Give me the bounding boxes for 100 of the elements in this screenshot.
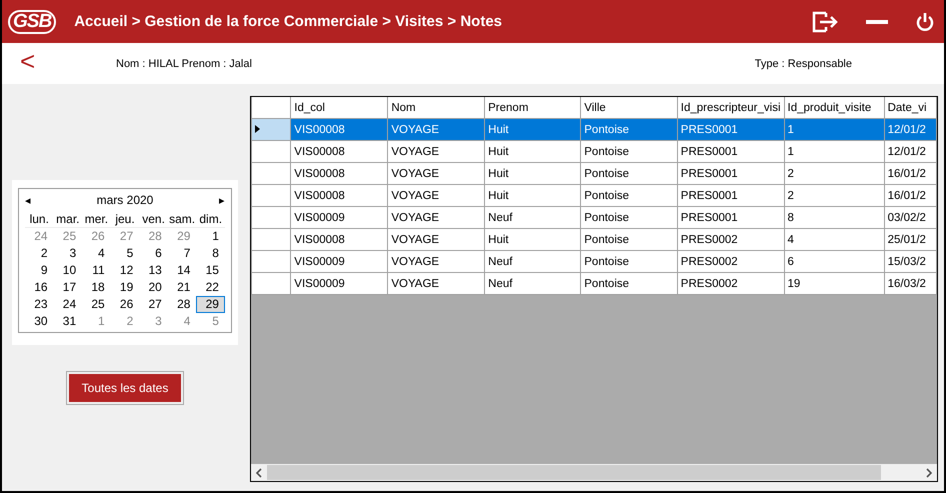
calendar-day[interactable]: 9 — [25, 262, 54, 279]
table-cell: 19 — [784, 272, 884, 294]
calendar-day[interactable]: 7 — [168, 245, 196, 262]
scroll-thumb[interactable] — [267, 465, 881, 480]
weekday-label: mer. — [82, 212, 111, 228]
table-cell: VOYAGE — [388, 228, 485, 250]
calendar-day[interactable]: 3 — [54, 245, 82, 262]
table-cell: VIS00008 — [290, 228, 388, 250]
calendar-day[interactable]: 29 — [168, 228, 196, 245]
calendar-day[interactable]: 1 — [82, 313, 111, 330]
calendar-day[interactable]: 27 — [139, 296, 168, 313]
calendar-day[interactable]: 20 — [139, 279, 168, 296]
calendar-day[interactable]: 8 — [196, 245, 225, 262]
all-dates-button[interactable]: Toutes les dates — [68, 374, 182, 402]
table-cell: VOYAGE — [388, 184, 485, 206]
table-cell: PRES0001 — [677, 206, 784, 228]
calendar-day[interactable]: 27 — [110, 228, 140, 245]
calendar-day[interactable]: 19 — [110, 279, 140, 296]
table-cell: Pontoise — [580, 250, 678, 272]
table-cell: PRES0001 — [677, 118, 784, 140]
calendar-day[interactable]: 24 — [54, 296, 82, 313]
calendar-day[interactable]: 16 — [25, 279, 54, 296]
table-cell: 25/01/2 — [884, 228, 936, 250]
calendar-day[interactable]: 10 — [54, 262, 82, 279]
calendar-day[interactable]: 21 — [168, 279, 196, 296]
power-icon[interactable] — [916, 12, 934, 32]
calendar-day[interactable]: 26 — [110, 296, 140, 313]
table-cell: Huit — [484, 162, 581, 184]
table-cell: PRES0001 — [677, 140, 784, 162]
logout-icon[interactable] — [812, 10, 838, 34]
scroll-left-icon[interactable] — [255, 468, 263, 478]
table-cell: Neuf — [484, 206, 581, 228]
calendar-day[interactable]: 26 — [82, 228, 111, 245]
calendar-day[interactable]: 28 — [168, 296, 196, 313]
user-type: Type : Responsable — [754, 58, 852, 70]
next-month-button[interactable]: ▸ — [218, 194, 225, 206]
calendar-day[interactable]: 5 — [196, 313, 225, 330]
table-cell: VIS00009 — [290, 250, 388, 272]
table-cell: 8 — [784, 206, 884, 228]
calendar-day[interactable]: 5 — [110, 245, 140, 262]
table-cell: Huit — [484, 184, 581, 206]
table-cell: VIS00009 — [290, 206, 388, 228]
scroll-right-icon[interactable] — [925, 468, 933, 478]
calendar-day[interactable]: 11 — [82, 262, 111, 279]
current-row-icon — [255, 124, 260, 132]
table-cell: VOYAGE — [388, 272, 485, 294]
minimize-icon[interactable] — [866, 20, 888, 24]
horizontal-scrollbar[interactable] — [251, 464, 937, 481]
calendar-day[interactable]: 12 — [110, 262, 140, 279]
table-cell: 6 — [784, 250, 884, 272]
table-cell: PRES0001 — [677, 162, 784, 184]
table-cell: VOYAGE — [388, 250, 485, 272]
weekday-label: dim. — [196, 212, 225, 228]
calendar-day[interactable]: 2 — [25, 245, 54, 262]
calendar-day[interactable]: 13 — [139, 262, 168, 279]
table-cell: 03/02/2 — [884, 206, 936, 228]
calendar-day[interactable]: 15 — [196, 262, 225, 279]
weekday-label: jeu. — [110, 212, 140, 228]
table-cell: 1 — [784, 118, 884, 140]
calendar-day[interactable]: 31 — [54, 313, 82, 330]
calendar-day[interactable]: 28 — [139, 228, 168, 245]
calendar-day[interactable]: 2 — [110, 313, 140, 330]
weekday-label: sam. — [168, 212, 196, 228]
table-cell: VIS00008 — [290, 118, 388, 140]
calendar-day[interactable]: 18 — [82, 279, 111, 296]
table-cell: 16/01/2 — [884, 162, 936, 184]
table-cell: PRES0002 — [677, 272, 784, 294]
calendar-day[interactable]: 3 — [139, 313, 168, 330]
calendar-day[interactable]: 4 — [168, 313, 196, 330]
table-cell: Pontoise — [580, 184, 678, 206]
calendar-day[interactable]: 14 — [168, 262, 196, 279]
month-title: mars 2020 — [96, 193, 154, 207]
table-cell: PRES0001 — [677, 184, 784, 206]
table-cell: Pontoise — [580, 272, 678, 294]
table-cell: 2 — [784, 184, 884, 206]
calendar-day[interactable]: 23 — [25, 296, 54, 313]
calendar-day[interactable]: 24 — [25, 228, 54, 245]
calendar-day[interactable]: 1 — [196, 228, 225, 245]
table-cell: VOYAGE — [388, 118, 485, 140]
table-cell: VIS00009 — [290, 272, 388, 294]
table-cell: 1 — [784, 140, 884, 162]
back-button[interactable]: < — [20, 48, 116, 74]
table-cell: 12/01/2 — [884, 118, 936, 140]
table-cell: PRES0002 — [677, 250, 784, 272]
calendar-day[interactable]: 17 — [54, 279, 82, 296]
calendar-day[interactable]: 25 — [82, 296, 111, 313]
row-header[interactable] — [252, 118, 291, 140]
previous-month-button[interactable]: ◂ — [25, 194, 31, 206]
calendar-day[interactable]: 22 — [196, 279, 225, 296]
table-cell: Pontoise — [580, 162, 678, 184]
table-cell: Neuf — [484, 250, 581, 272]
weekday-label: lun. — [25, 212, 54, 228]
calendar-day[interactable]: 29 — [196, 296, 225, 313]
table-cell: Neuf — [484, 272, 581, 294]
calendar-day[interactable]: 4 — [82, 245, 111, 262]
table-cell: 4 — [784, 228, 884, 250]
calendar-day[interactable]: 6 — [139, 245, 168, 262]
calendar-day[interactable]: 25 — [54, 228, 82, 245]
calendar-day[interactable]: 30 — [25, 313, 54, 330]
table-cell: VOYAGE — [388, 162, 485, 184]
